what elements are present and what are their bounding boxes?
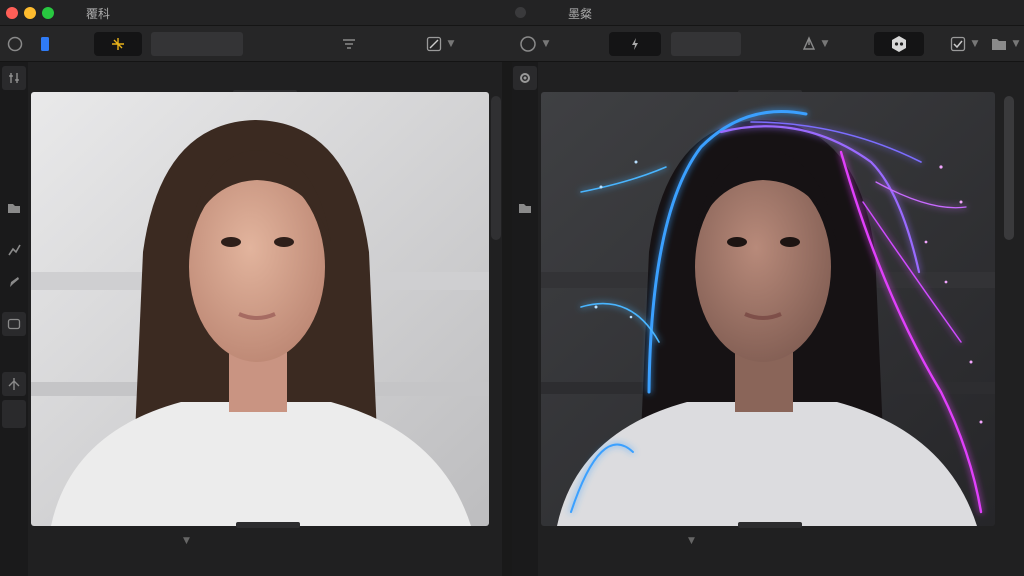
- left-tool-field[interactable]: [151, 32, 243, 56]
- chevron-down-icon: ▼: [971, 39, 979, 49]
- brush-stroke-icon[interactable]: [2, 270, 26, 294]
- chevron-down-icon: ▼: [542, 39, 550, 49]
- chevron-down-icon: ▼: [821, 39, 829, 49]
- filter-icon[interactable]: [338, 32, 360, 56]
- folder-icon[interactable]: [2, 196, 26, 220]
- chevron-down-icon: ▼: [688, 536, 695, 546]
- edited-image-pane: ▼: [538, 62, 1024, 576]
- circle-icon[interactable]: ▼: [514, 32, 554, 56]
- adjust-icon[interactable]: [2, 66, 26, 90]
- chevron-down-icon: ▼: [1012, 39, 1020, 49]
- right-window-title: 墨粲: [568, 7, 593, 21]
- chevron-down-icon: ▼: [447, 39, 455, 49]
- pane-divider[interactable]: [502, 62, 512, 576]
- original-image-pane: ▼: [28, 62, 502, 576]
- right-tool-rail: [512, 62, 538, 576]
- frame-icon[interactable]: [2, 312, 26, 336]
- maximize-window-button[interactable]: [42, 7, 54, 19]
- left-tool-rail: [0, 62, 28, 576]
- toolbar: ▼ ▼ ▼ ▼ ▼: [0, 26, 1024, 62]
- right-scrollbar[interactable]: [1004, 96, 1014, 240]
- folder-icon[interactable]: [513, 196, 537, 220]
- check-icon[interactable]: ▼: [946, 32, 982, 56]
- status-dot: [515, 7, 526, 18]
- minimize-window-button[interactable]: [24, 7, 36, 19]
- right-tool-field[interactable]: [671, 32, 741, 56]
- brush-icon[interactable]: ▼: [420, 32, 460, 56]
- portrait-original: [31, 92, 489, 526]
- bolt-icon[interactable]: [609, 32, 661, 56]
- curve-icon[interactable]: [2, 238, 26, 262]
- face-mask-icon[interactable]: [874, 32, 924, 56]
- left-window-title: 覆科: [86, 7, 111, 21]
- empty-tool-slot[interactable]: [2, 400, 26, 428]
- pen-icon[interactable]: ▼: [798, 32, 832, 56]
- sparkle-icon[interactable]: [94, 32, 142, 56]
- bottom-handle[interactable]: [236, 522, 300, 528]
- photo-editor-window: 覆科 墨粲 ▼ ▼ ▼ ▼ ▼ ▼ ▼: [0, 0, 1024, 576]
- title-bar: 覆科 墨粲: [0, 0, 1024, 26]
- close-window-button[interactable]: [6, 7, 18, 19]
- vector-icon[interactable]: [2, 372, 26, 396]
- folder-icon[interactable]: ▼: [988, 32, 1022, 56]
- portrait-glowing-hair: [541, 92, 995, 526]
- left-scrollbar[interactable]: [491, 96, 501, 240]
- chevron-down-icon: ▼: [183, 536, 190, 546]
- bottom-handle[interactable]: [738, 522, 802, 528]
- circle-icon[interactable]: [4, 32, 26, 56]
- gear-icon[interactable]: [513, 66, 537, 90]
- layer-icon[interactable]: [36, 32, 54, 56]
